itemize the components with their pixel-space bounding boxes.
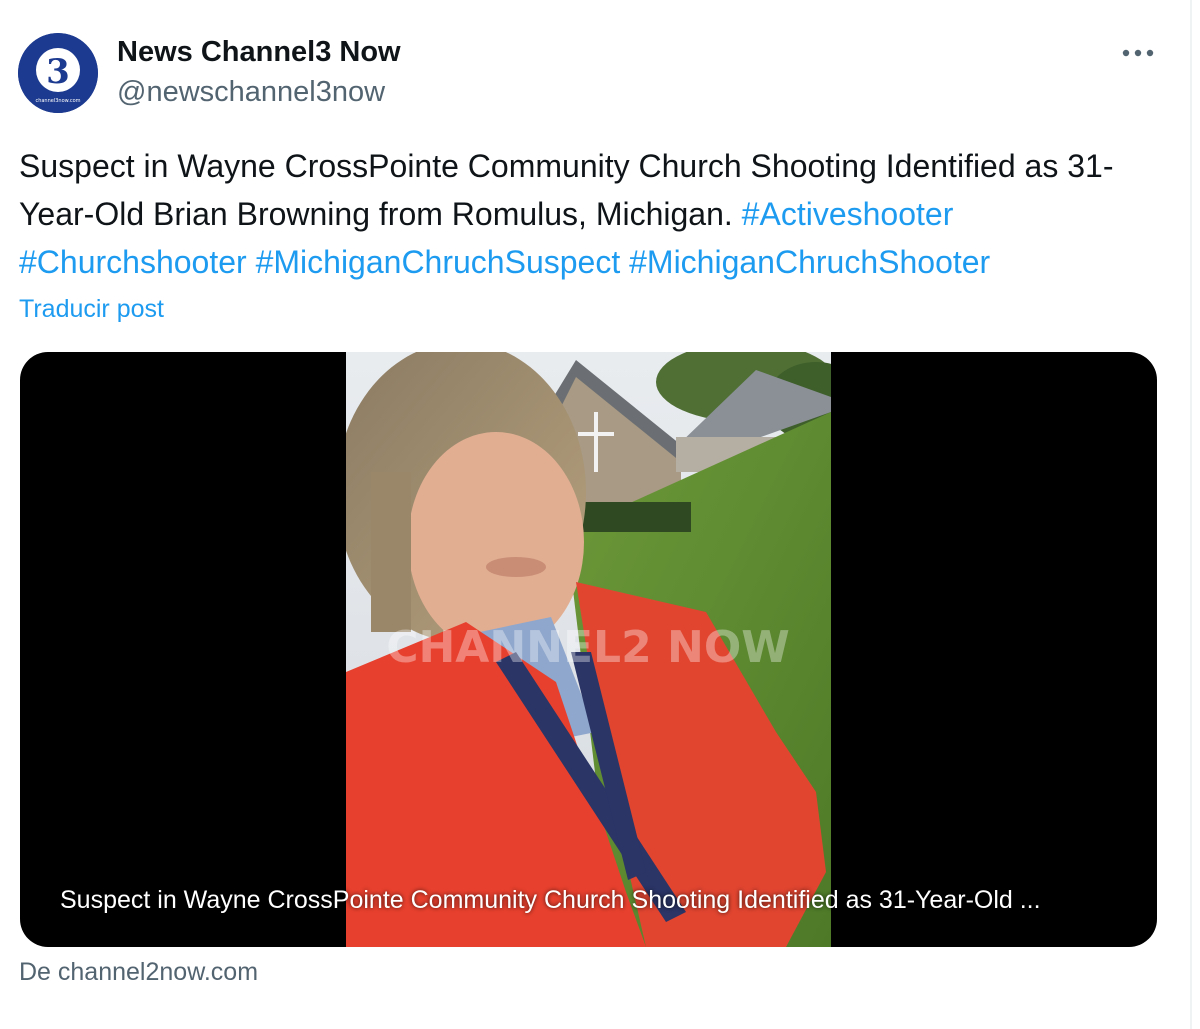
more-horizontal-icon	[1122, 49, 1154, 57]
divider	[1190, 0, 1192, 1029]
more-options-button[interactable]	[1116, 36, 1160, 70]
tweet-text: Suspect in Wayne CrossPointe Community C…	[19, 142, 1169, 286]
suspect-photo: CHANNEL2 NOW	[346, 352, 831, 947]
avatar[interactable]: 3 channel3now.com	[18, 33, 98, 113]
tweet-card: 3 channel3now.com News Channel3 Now @new…	[0, 0, 1192, 1029]
hashtag-activeshooter[interactable]: #Activeshooter	[742, 196, 954, 232]
channel3-logo-icon: 3 channel3now.com	[18, 33, 98, 113]
hashtag-churchshooter[interactable]: #Churchshooter	[19, 244, 247, 280]
hashtag-michiganchruchshooter[interactable]: #MichiganChruchShooter	[629, 244, 990, 280]
image-watermark: CHANNEL2 NOW	[386, 622, 790, 673]
author-handle[interactable]: @newschannel3now	[117, 76, 385, 109]
link-preview-card[interactable]: CHANNEL2 NOW Suspect in Wayne CrossPoint…	[20, 352, 1157, 947]
svg-text:channel3now.com: channel3now.com	[35, 98, 80, 104]
card-source-link[interactable]: De channel2now.com	[19, 958, 258, 987]
author-name[interactable]: News Channel3 Now	[117, 36, 401, 69]
hashtag-michiganchruchsuspect[interactable]: #MichiganChruchSuspect	[256, 244, 621, 280]
translate-post-link[interactable]: Traducir post	[19, 295, 164, 324]
svg-text:3: 3	[46, 52, 70, 92]
card-caption: Suspect in Wayne CrossPointe Community C…	[60, 886, 1041, 914]
